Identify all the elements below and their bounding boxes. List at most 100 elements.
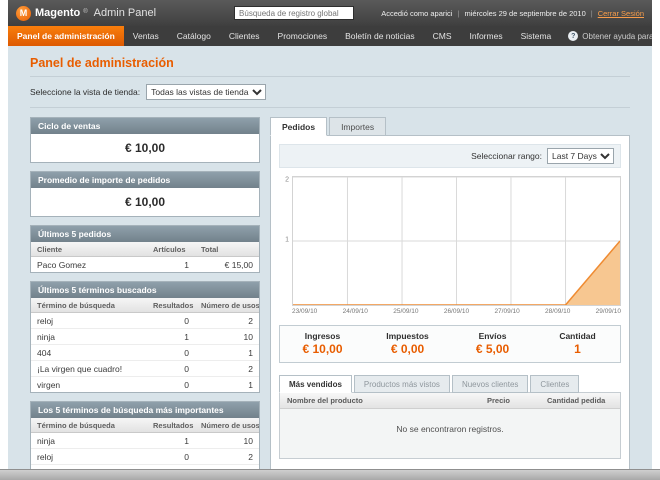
logo: M Magento ® Admin Panel — [16, 5, 157, 21]
range-select[interactable]: Last 7 Days — [547, 148, 614, 164]
x-tick-label: 23/09/10 — [292, 308, 318, 315]
table-row[interactable]: reloj 0 2 — [31, 449, 259, 465]
table-row[interactable]: ninja 1 10 — [31, 433, 259, 449]
logout-link[interactable]: Cerrar Sesión — [598, 9, 644, 18]
lifetime-sales-box: Ciclo de ventas € 10,00 — [30, 117, 260, 163]
nav-item-label: Promociones — [277, 31, 328, 41]
table-row[interactable]: ¡La virgen que cuadro! 0 2 — [31, 361, 259, 377]
orders-chart: 21 — [279, 176, 621, 306]
help-link[interactable]: ? Obtener ayuda para esta página — [560, 26, 652, 46]
box-title: Los 5 términos de búsqueda más important… — [31, 402, 259, 418]
average-orders-box: Promedio de importe de pedidos € 10,00 — [30, 171, 260, 217]
cell: 1 — [184, 259, 189, 270]
last-orders-table: Cliente Artículos Total Paco Gomez 1 € 15,… — [31, 242, 259, 272]
table-row[interactable]: virgen 0 1 — [31, 377, 259, 392]
nav-item[interactable]: Promociones — [269, 26, 337, 46]
magento-logo-icon: M — [16, 5, 31, 21]
box-title: Promedio de importe de pedidos — [31, 172, 259, 188]
dashboard-left-column: Ciclo de ventas € 10,00 Promedio de impo… — [30, 117, 260, 469]
top-search-terms-table: Término de búsqueda Resultados Número de u… — [31, 418, 259, 469]
cell: Paco Gomez — [37, 259, 87, 270]
cell: 2 — [248, 315, 253, 326]
table-header-row: Nombre del producto Precio Cantidad pedida — [280, 393, 620, 409]
empty-message: No se encontraron registros. — [280, 409, 620, 458]
cell: reloj — [37, 451, 54, 462]
column-header: Cantidad pedida — [547, 396, 606, 405]
nav-item-label: Ventas — [132, 31, 159, 41]
last-search-terms-table: Término de búsqueda Resultados Número de u… — [31, 298, 259, 392]
nav-item[interactable]: Catálogo — [168, 26, 220, 46]
nav-item[interactable]: Panel de administración — [8, 26, 124, 46]
range-row: Seleccionar rango: Last 7 Days — [279, 144, 621, 168]
table-body: reloj 0 2 ninja 1 10 404 0 1 ¡La virgen … — [31, 313, 259, 392]
cell: 0 — [184, 315, 189, 326]
table-row[interactable]: ninja 1 10 — [31, 329, 259, 345]
tab[interactable]: Productos más vistos — [353, 375, 450, 393]
nav-item[interactable]: Ventas — [124, 26, 168, 46]
table-row[interactable]: 404 0 1 — [31, 345, 259, 361]
cell: 2 — [248, 363, 253, 374]
cell: 10 — [243, 435, 253, 446]
separator: | — [590, 8, 593, 18]
nav-item[interactable]: Sistema — [512, 26, 561, 46]
tab[interactable]: Importes — [329, 117, 387, 136]
tab[interactable]: Nuevos clientes — [451, 375, 529, 393]
column-header: Total — [201, 245, 219, 254]
tab[interactable]: Clientes — [530, 375, 580, 393]
nav-item-label: Boletín de noticias — [345, 31, 415, 41]
separator: | — [457, 8, 460, 18]
cell: 0 — [184, 379, 189, 390]
cell: 10 — [243, 331, 253, 342]
table-row[interactable]: Paco Gomez 1 € 15,00 — [31, 257, 259, 272]
stat-label: Impuestos — [386, 331, 429, 341]
cell: 1 — [184, 331, 189, 342]
box-title: Ciclo de ventas — [31, 118, 259, 134]
cell: 1 — [248, 379, 253, 390]
tab[interactable]: Pedidos — [270, 117, 328, 136]
chart-panel: Seleccionar rango: Last 7 Days 21 23/09/… — [270, 135, 630, 469]
store-view-select[interactable]: Todas las vistas de tienda — [146, 84, 267, 100]
help-icon: ? — [568, 31, 579, 41]
stat-label: Cantidad — [559, 331, 596, 341]
logo-name: Magento — [35, 7, 81, 19]
cell: 0 — [184, 347, 189, 358]
average-orders-value: € 10,00 — [124, 195, 166, 209]
cell: 2 — [248, 451, 253, 462]
tab[interactable]: Más vendidos — [279, 375, 352, 393]
chart-y-axis: 21 — [285, 176, 289, 244]
stat-value: € 0,00 — [390, 342, 425, 356]
stat-label: Envíos — [478, 331, 507, 341]
nav-item[interactable]: Boletín de noticias — [336, 26, 423, 46]
nav-item[interactable]: CMS — [424, 26, 461, 46]
last-orders-box: Últimos 5 pedidos Cliente Artículos Total … — [30, 225, 260, 273]
logo-suffix: Admin Panel — [93, 7, 157, 19]
store-view-label: Seleccione la vista de tienda: — [30, 87, 141, 97]
x-tick-label: 24/09/10 — [342, 308, 368, 315]
cell: ninja — [37, 331, 55, 342]
nav-item-label: Panel de administración — [17, 31, 115, 41]
cell: 0 — [184, 363, 189, 374]
current-date: miércoles 29 de septiembre de 2010 — [464, 8, 586, 18]
column-header: Precio — [487, 396, 510, 405]
chart-x-axis: 23/09/10 24/09/10 25/09/10 26/09/10 27/09/10… — [292, 308, 621, 315]
stat-value: 1 — [574, 342, 581, 356]
logged-in-as: Accedió como aparici — [381, 8, 453, 18]
tab-label: Más vendidos — [289, 380, 342, 389]
total-stat: Cantidad 1 — [535, 326, 620, 362]
global-search-input[interactable] — [234, 6, 355, 20]
x-tick-label: 26/09/10 — [443, 308, 470, 315]
cell: reloj — [37, 315, 54, 326]
nav-item[interactable]: Clientes — [220, 26, 269, 46]
cell: 0 — [184, 451, 189, 462]
dashboard-content: Panel de administración Seleccione la vi… — [8, 46, 652, 469]
nav-item-label: Catálogo — [176, 31, 211, 41]
nav-item[interactable]: Informes — [461, 26, 512, 46]
table-header-row: Término de búsqueda Resultados Número de u… — [31, 418, 259, 433]
table-row[interactable]: reloj 0 2 — [31, 313, 259, 329]
totals-row: Ingresos € 10,00 Impuestos € 0,00 Envíos… — [279, 325, 621, 363]
stat-value: € 5,00 — [475, 342, 510, 356]
nav-item-label: Sistema — [520, 31, 552, 41]
help-label: Obtener ayuda para esta página — [582, 31, 652, 41]
registered-mark-icon: ® — [83, 8, 88, 15]
chart-svg — [293, 177, 620, 305]
